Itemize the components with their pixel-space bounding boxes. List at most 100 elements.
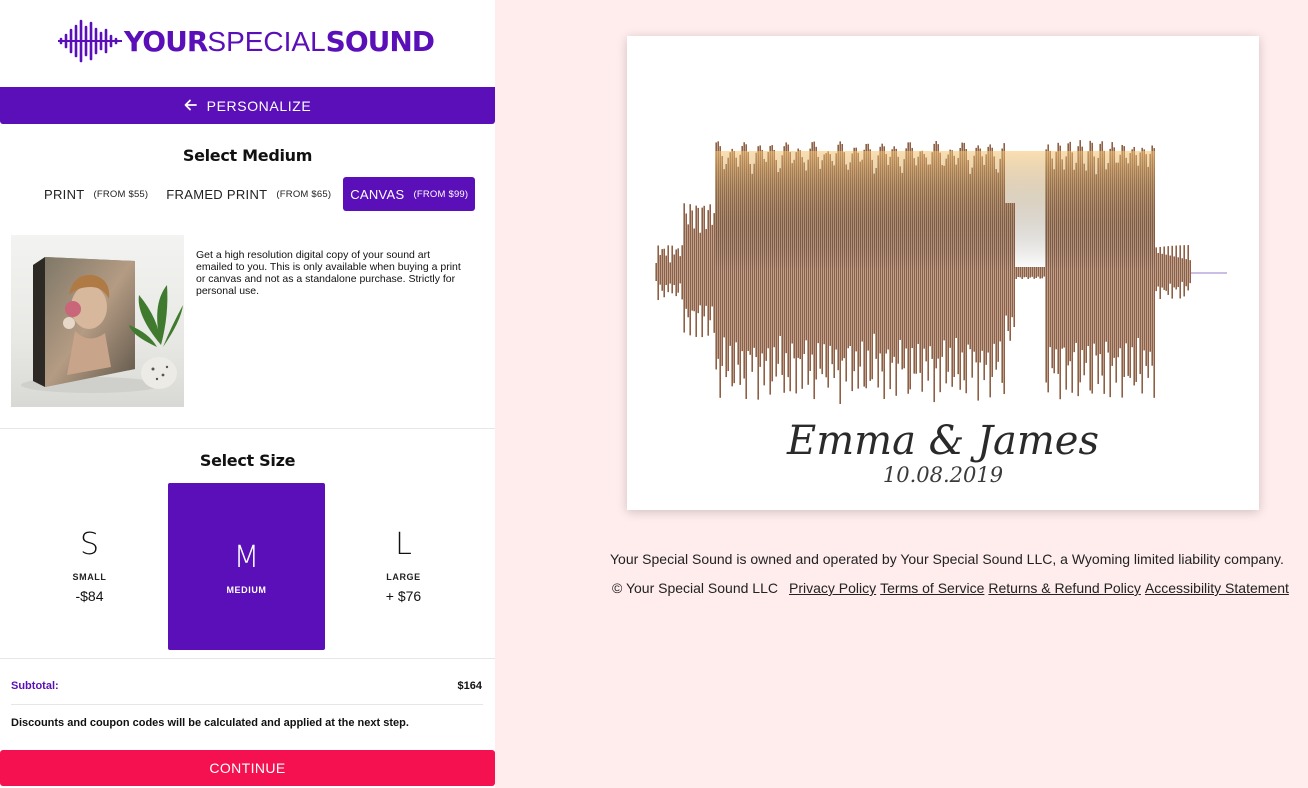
- select-size-title: Select Size: [199, 451, 296, 470]
- discount-note: Discounts and coupon codes will be calcu…: [11, 717, 409, 729]
- size-option-small[interactable]: S SMALL -$84: [11, 483, 168, 650]
- wave-bar: [659, 255, 661, 285]
- wave-bar: [687, 224, 689, 318]
- select-medium-title: Select Medium: [182, 146, 313, 165]
- wave-bar: [679, 256, 681, 284]
- wave-bar: [705, 229, 707, 306]
- wave-bar: [695, 205, 697, 337]
- wave-bar: [691, 210, 693, 311]
- ownership-statement: Your Special Sound is owned and operated…: [610, 551, 1284, 567]
- wave-bar: [663, 248, 665, 298]
- wave-bar: [1167, 246, 1169, 295]
- wave-bar: [1163, 246, 1165, 290]
- wave-bar: [693, 228, 695, 312]
- wave-bar: [1155, 247, 1157, 292]
- size-option-large[interactable]: L LARGE + $76: [325, 483, 482, 650]
- size-option-medium[interactable]: M MEDIUM: [168, 483, 325, 650]
- copyright: © Your Special Sound LLC: [612, 580, 778, 596]
- arrow-left-icon: [184, 98, 197, 114]
- medium-options: PRINT (FROM $55) FRAMED PRINT (FROM $65)…: [38, 177, 476, 211]
- wave-bar: [675, 249, 677, 297]
- wave-bar: [671, 245, 673, 294]
- size-label: SMALL: [72, 572, 107, 582]
- wave-bar: [711, 224, 713, 307]
- size-letter: L: [395, 527, 412, 562]
- subtotal-label: Subtotal:: [11, 680, 59, 692]
- brand-logo[interactable]: YOURSPECIALSOUND: [58, 18, 435, 64]
- wave-bar: [703, 205, 705, 317]
- medium-option-print[interactable]: PRINT (FROM $55): [38, 177, 154, 211]
- wave-bar: [1177, 257, 1179, 288]
- wave-bar: [1165, 254, 1167, 291]
- configurator-panel: YOURSPECIALSOUND PERSONALIZE Select Medi…: [0, 0, 495, 788]
- canvas-product-image: [11, 235, 184, 407]
- medium-option-label: FRAMED PRINT: [166, 186, 268, 202]
- medium-option-label: PRINT: [44, 186, 85, 202]
- footer-links: © Your Special Sound LLC Privacy Policy …: [612, 580, 1293, 596]
- wave-bar: [1173, 256, 1175, 288]
- wave-bar: [697, 207, 699, 314]
- medium-option-canvas[interactable]: CANVAS (FROM $99): [343, 177, 476, 211]
- wave-bar: [1179, 245, 1181, 299]
- wave-bar: [1189, 260, 1191, 284]
- wave-bar: [661, 249, 663, 291]
- brand-wordmark: YOURSPECIALSOUND: [124, 24, 435, 58]
- wave-bar: [1159, 246, 1161, 299]
- wave-bar: [689, 204, 691, 336]
- wave-bar: [657, 245, 659, 301]
- personalize-back-button[interactable]: PERSONALIZE: [0, 87, 495, 124]
- medium-option-price: (FROM $65): [276, 188, 332, 200]
- soundwave-photo-art: [655, 140, 1227, 405]
- sound-art-preview: Emma & James 10.08.2019: [627, 36, 1259, 510]
- medium-description: Get a high resolution digital copy of yo…: [196, 249, 461, 297]
- accessibility-statement-link[interactable]: Accessibility Statement: [1145, 580, 1289, 596]
- personalize-label: PERSONALIZE: [206, 97, 312, 114]
- wave-bar: [669, 262, 671, 284]
- size-price: + $76: [385, 588, 422, 604]
- wave-bar: [713, 213, 715, 333]
- wave-bar: [655, 263, 657, 281]
- wave-bar: [673, 254, 675, 286]
- wave-bar: [683, 203, 685, 333]
- wave-bar: [1161, 253, 1163, 288]
- wave-bar: [707, 210, 709, 336]
- wave-bar: [667, 245, 669, 293]
- medium-option-price: (FROM $55): [93, 188, 149, 200]
- logo-word-sound: SOUND: [325, 24, 435, 58]
- wave-bar: [709, 204, 711, 321]
- logo-word-your: YOUR: [124, 24, 208, 58]
- wave-bar: [699, 232, 701, 306]
- wave-bar: [1171, 245, 1173, 299]
- wave-bar: [1187, 245, 1189, 291]
- soundwave-logo-icon: [58, 19, 122, 63]
- refund-policy-link[interactable]: Returns & Refund Policy: [988, 580, 1141, 596]
- divider: [0, 658, 495, 659]
- wave-glow: [715, 151, 1155, 271]
- medium-option-price: (FROM $99): [413, 188, 469, 200]
- wave-bar: [1181, 258, 1183, 282]
- privacy-policy-link[interactable]: Privacy Policy: [789, 580, 876, 596]
- wave-bar: [1169, 255, 1171, 284]
- divider: [11, 704, 483, 705]
- logo-word-special: SPECIAL: [207, 25, 326, 57]
- size-price: -$84: [75, 588, 104, 604]
- wave-bar: [685, 213, 687, 309]
- terms-of-service-link[interactable]: Terms of Service: [880, 580, 984, 596]
- medium-option-framed-print[interactable]: FRAMED PRINT (FROM $65): [160, 177, 337, 211]
- wave-bar: [1175, 245, 1177, 290]
- size-letter: S: [79, 527, 100, 562]
- event-date: 10.08.2019: [882, 463, 1004, 487]
- wave-bar: [677, 248, 679, 293]
- size-letter: M: [233, 540, 260, 575]
- couple-names: Emma & James: [787, 418, 1099, 464]
- divider: [0, 428, 495, 429]
- wave-bar: [1185, 259, 1187, 287]
- medium-option-label: CANVAS: [350, 186, 405, 202]
- wave-bar: [1183, 245, 1185, 297]
- continue-button[interactable]: CONTINUE: [0, 750, 495, 786]
- subtotal-value: $164: [457, 680, 482, 692]
- wave-bar: [665, 255, 667, 286]
- wave-bar: [681, 245, 683, 300]
- wave-bar: [701, 207, 703, 338]
- wave-bar: [1157, 252, 1159, 287]
